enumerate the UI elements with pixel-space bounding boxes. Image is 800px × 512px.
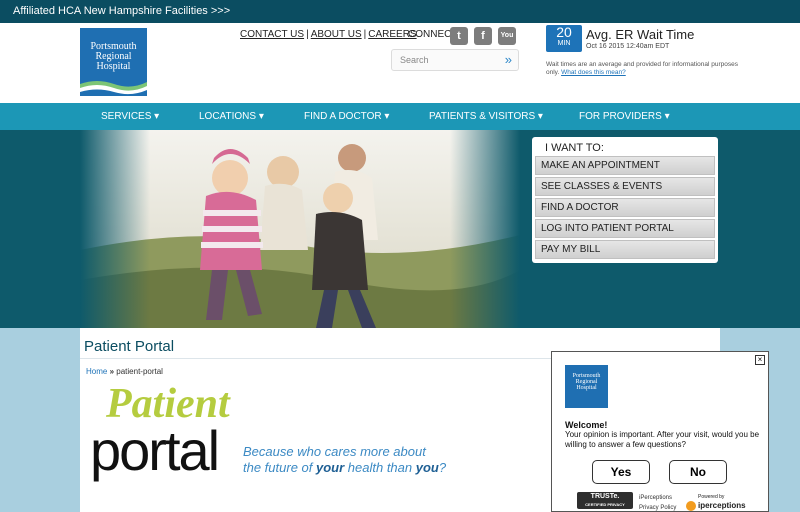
iperceptions-brand: iperceptions	[698, 501, 746, 511]
iperceptions-label: iPerceptions	[639, 495, 673, 501]
youtube-icon[interactable]: You	[498, 27, 516, 45]
family-photo	[80, 130, 520, 328]
page-title: Patient Portal	[84, 338, 175, 355]
breadcrumb-home-link[interactable]: Home	[86, 367, 107, 376]
tagline-emphasis: you	[415, 460, 439, 475]
survey-no-button[interactable]: No	[669, 460, 727, 484]
log-into-patient-portal-button[interactable]: LOG INTO PATIENT PORTAL	[535, 219, 715, 238]
nav-locations[interactable]: LOCATIONS ▾	[199, 103, 264, 130]
chevron-down-icon: ▾	[664, 111, 670, 122]
logo-line-3: Hospital	[96, 61, 131, 72]
nav-label: PATIENTS & VISITORS	[429, 111, 536, 122]
nav-patients-visitors[interactable]: PATIENTS & VISITORS ▾	[429, 103, 543, 130]
affiliates-link[interactable]: Affiliated HCA New Hampshire Facilities …	[13, 5, 230, 17]
tagline-text: health than	[344, 460, 416, 475]
tagline-text: ?	[438, 460, 447, 475]
breadcrumb-separator: »	[109, 367, 115, 376]
powered-by-iperceptions: Powered by iperceptions	[686, 493, 746, 511]
nav-find-a-doctor[interactable]: FIND A DOCTOR ▾	[304, 103, 389, 130]
survey-welcome: Welcome!	[565, 420, 608, 430]
breadcrumb-current: patient-portal	[116, 367, 163, 376]
chevron-down-icon: ▾	[154, 111, 160, 122]
nav-for-providers[interactable]: FOR PROVIDERS ▾	[579, 103, 670, 130]
survey-message: Your opinion is important. After your vi…	[565, 430, 760, 449]
er-wait-unit: MIN	[557, 40, 571, 47]
nav-label: FOR PROVIDERS	[579, 111, 662, 122]
find-a-doctor-button[interactable]: FIND A DOCTOR	[535, 198, 715, 217]
iperceptions-privacy[interactable]: iPerceptions Privacy Policy	[639, 493, 676, 512]
site-header: Portsmouth Regional Hospital CONTACT US |…	[0, 23, 800, 103]
patient-portal-logo-portal: portal	[90, 419, 220, 482]
feedback-survey-popup: × Portsmouth Regional Hospital Welcome! …	[551, 351, 769, 512]
tagline-emphasis: your	[316, 460, 345, 475]
main-nav: SERVICES ▾ LOCATIONS ▾ FIND A DOCTOR ▾ P…	[0, 103, 800, 130]
family-running-image	[80, 130, 520, 328]
er-wait-note: Wait times are an average and provided f…	[546, 61, 746, 77]
chevron-down-icon: ▾	[258, 111, 264, 122]
er-wait-title: Avg. ER Wait Time	[586, 27, 695, 42]
tagline-line-2: the future of your health than you?	[243, 460, 446, 476]
breadcrumb: Home » patient-portal	[86, 367, 163, 376]
truste-badge[interactable]: TRUSTe. CERTIFIED PRIVACY	[577, 492, 633, 509]
truste-label: TRUSTe.	[590, 493, 620, 500]
powered-by-label: Powered by	[698, 494, 725, 500]
privacy-policy-link[interactable]: Privacy Policy	[639, 503, 676, 512]
close-icon[interactable]: ×	[755, 355, 765, 365]
survey-hospital-logo: Portsmouth Regional Hospital	[565, 365, 608, 408]
twitter-icon[interactable]: t	[450, 27, 468, 45]
survey-logo-line-3: Hospital	[576, 385, 597, 391]
chevron-down-icon: ▾	[537, 111, 543, 122]
search-input[interactable]: Search »	[391, 49, 519, 71]
link-separator: |	[363, 29, 367, 40]
see-classes-events-button[interactable]: SEE CLASSES & EVENTS	[535, 177, 715, 196]
er-wait-date: Oct 16 2015 12:40am EDT	[586, 43, 670, 50]
contact-us-link[interactable]: CONTACT US	[240, 29, 304, 40]
patient-portal-tagline: Because who cares more about the future …	[243, 444, 446, 476]
tagline-text: the future of	[243, 460, 316, 475]
link-separator: |	[306, 29, 309, 40]
tagline-line-1: Because who cares more about	[243, 444, 426, 459]
er-wait-value: 20	[556, 24, 572, 40]
er-wait-info-link[interactable]: What does this mean?	[561, 69, 626, 76]
nav-label: FIND A DOCTOR	[304, 111, 382, 122]
nav-services[interactable]: SERVICES ▾	[101, 103, 159, 130]
i-want-to-panel: I WANT TO: MAKE AN APPOINTMENT SEE CLASS…	[532, 137, 718, 263]
survey-yes-button[interactable]: Yes	[592, 460, 650, 484]
iperceptions-logo-icon	[686, 501, 696, 511]
i-want-to-heading: I WANT TO:	[545, 142, 604, 154]
about-us-link[interactable]: ABOUT US	[311, 29, 362, 40]
er-wait-badge: 20 MIN	[546, 25, 582, 52]
make-appointment-button[interactable]: MAKE AN APPOINTMENT	[535, 156, 715, 175]
affiliates-bar[interactable]: Affiliated HCA New Hampshire Facilities …	[0, 0, 800, 23]
truste-sublabel: CERTIFIED PRIVACY	[585, 502, 625, 507]
search-placeholder: Search	[400, 55, 429, 65]
facebook-icon[interactable]: f	[474, 27, 492, 45]
logo-wave-icon	[80, 81, 147, 96]
pay-my-bill-button[interactable]: PAY MY BILL	[535, 240, 715, 259]
nav-label: SERVICES	[101, 111, 152, 122]
nav-label: LOCATIONS	[199, 111, 257, 122]
top-links: CONTACT US | ABOUT US | CAREERS	[240, 29, 417, 40]
search-go-icon[interactable]: »	[505, 52, 512, 67]
chevron-down-icon: ▾	[384, 111, 390, 122]
hospital-logo[interactable]: Portsmouth Regional Hospital	[80, 28, 147, 96]
